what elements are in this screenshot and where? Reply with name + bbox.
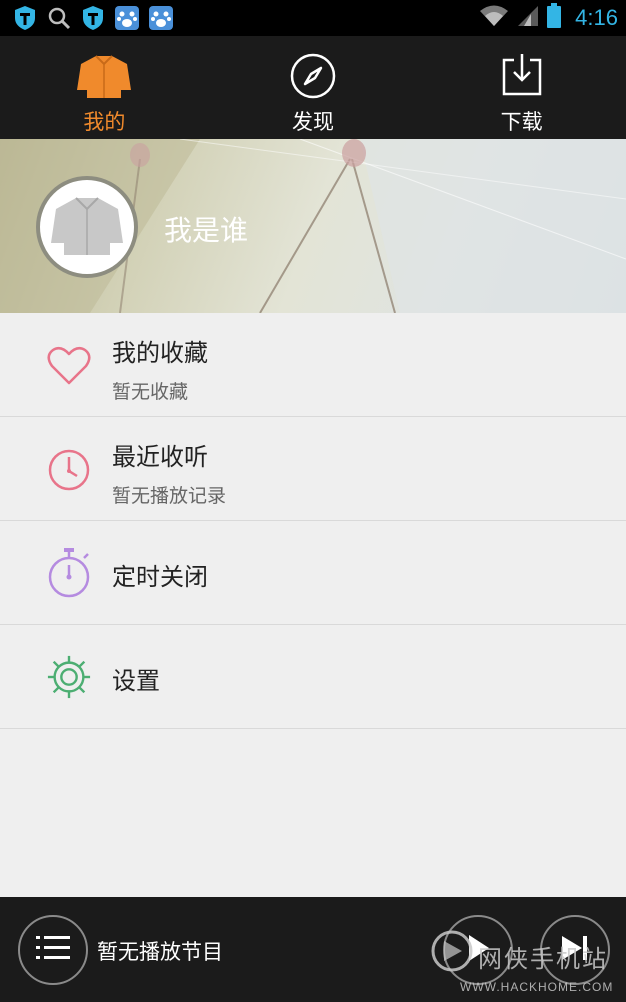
top-nav: 我的 发现 下载 [0, 36, 626, 139]
tab-download[interactable]: 下载 [417, 36, 626, 139]
menu-item-subtitle: 暂无收藏 [112, 381, 189, 403]
baidu-paw-icon [148, 5, 174, 31]
compass-icon [285, 52, 341, 100]
system-icons: 4:16 [479, 0, 618, 36]
playlist-button[interactable] [18, 915, 88, 985]
menu-item-recent[interactable]: 最近收听 暂无播放记录 [0, 417, 626, 521]
tab-label: 我的 [83, 110, 126, 134]
clock-icon [46, 447, 92, 493]
menu-item-title: 定时关闭 [112, 563, 208, 591]
tab-label: 发现 [292, 110, 334, 134]
status-bar: 4:16 [0, 0, 626, 36]
playlist-icon [36, 935, 70, 965]
gear-icon [46, 654, 92, 700]
baidu-paw-icon [114, 5, 140, 31]
heart-icon [46, 343, 92, 389]
menu-item-subtitle: 暂无播放记录 [112, 485, 227, 507]
shield-icon [80, 5, 106, 31]
clock-time: 4:16 [575, 5, 618, 30]
battery-icon [547, 3, 562, 33]
wifi-icon [479, 4, 509, 32]
play-button[interactable] [443, 915, 513, 985]
shirt-icon [76, 52, 132, 100]
search-icon [46, 5, 72, 31]
download-icon [494, 52, 550, 100]
menu-item-title: 我的收藏 [112, 339, 208, 367]
menu-list: 我的收藏 暂无收藏 最近收听 暂无播放记录 定时关闭 设置 [0, 313, 626, 729]
signal-icon [517, 4, 539, 32]
next-button[interactable] [540, 915, 610, 985]
shirt-icon [51, 195, 123, 259]
menu-item-favorites[interactable]: 我的收藏 暂无收藏 [0, 313, 626, 417]
notification-icons [12, 5, 174, 31]
avatar[interactable] [36, 176, 138, 278]
now-playing-title: 暂无播放节目 [97, 940, 223, 964]
play-icon [465, 933, 491, 967]
username[interactable]: 我是谁 [164, 209, 248, 249]
shield-icon [12, 5, 38, 31]
player-bar: 暂无播放节目 [0, 897, 626, 1002]
tab-label: 下载 [500, 110, 543, 134]
menu-item-sleep-timer[interactable]: 定时关闭 [0, 521, 626, 625]
next-icon [560, 934, 590, 966]
profile-banner: 我是谁 [0, 139, 626, 313]
menu-item-title: 最近收听 [112, 443, 208, 471]
tab-mine[interactable]: 我的 [0, 36, 209, 139]
tab-discover[interactable]: 发现 [209, 36, 418, 139]
menu-item-title: 设置 [112, 667, 160, 695]
menu-item-settings[interactable]: 设置 [0, 625, 626, 729]
stopwatch-icon [46, 548, 92, 598]
